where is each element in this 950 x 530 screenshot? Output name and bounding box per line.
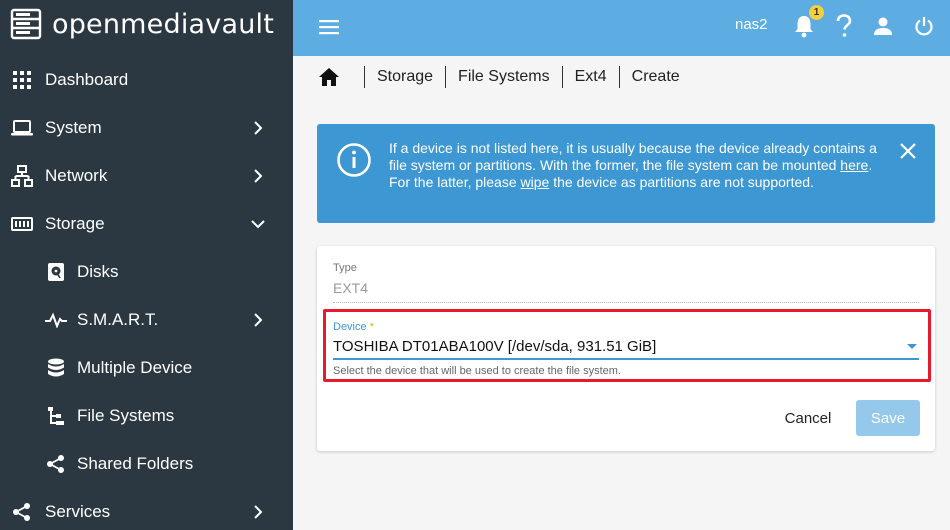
sidebar-item-smart[interactable]: S.M.A.R.T.	[0, 296, 293, 344]
sidebar-item-label: Shared Folders	[77, 454, 194, 473]
sidebar-item-system[interactable]: System	[0, 104, 293, 152]
chevron-down-icon	[251, 220, 265, 229]
top-bar: nas2 1	[293, 0, 950, 56]
device-field-label: Device *	[333, 321, 374, 333]
server-logo-icon	[10, 8, 42, 40]
required-asterisk: *	[369, 321, 374, 333]
type-field-label: Type	[333, 262, 357, 274]
breadcrumb-separator	[445, 66, 447, 88]
create-filesystem-form: Type EXT4 Device * TOSHIBA DT01ABA100V […	[317, 246, 935, 451]
sidebar-item-label: Multiple Device	[77, 358, 193, 377]
file-tree-icon	[45, 405, 67, 427]
sidebar-item-shared-folders[interactable]: Shared Folders	[0, 440, 293, 488]
info-circle-icon	[337, 143, 371, 177]
sidebar-item-label: Disks	[77, 262, 119, 281]
wipe-link[interactable]: wipe	[521, 174, 550, 190]
laptop-icon	[11, 117, 33, 139]
cancel-button[interactable]: Cancel	[773, 400, 843, 436]
disk-icon	[45, 261, 67, 283]
alert-text-part: If a device is not listed here, it is us…	[389, 140, 877, 174]
dashboard-grid-icon	[11, 69, 33, 91]
chevron-right-icon	[254, 505, 263, 519]
help-icon[interactable]	[831, 13, 857, 39]
power-icon[interactable]	[911, 13, 937, 39]
pulse-icon	[45, 309, 67, 331]
sidebar-item-label: Storage	[45, 214, 105, 233]
chevron-right-icon	[254, 121, 263, 135]
device-label-text: Device	[333, 321, 367, 333]
type-field-value: EXT4	[333, 280, 369, 296]
sidebar-item-disks[interactable]: Disks	[0, 248, 293, 296]
breadcrumb-separator	[364, 66, 365, 88]
database-icon	[45, 357, 67, 379]
breadcrumb-separator	[561, 66, 563, 88]
hamburger-menu-icon[interactable]	[318, 16, 340, 38]
breadcrumb-file-systems[interactable]: File Systems	[458, 68, 550, 86]
home-icon[interactable]	[318, 66, 340, 88]
sidebar-item-storage[interactable]: Storage	[0, 200, 293, 248]
dropdown-arrow-icon	[907, 344, 917, 349]
share-icon	[45, 453, 67, 475]
alert-text-part: the device as partitions are not support…	[549, 174, 814, 191]
sidebar-item-label: S.M.A.R.T.	[77, 310, 159, 329]
sidebar-item-multiple-device[interactable]: Multiple Device	[0, 344, 293, 392]
sidebar-item-file-systems[interactable]: File Systems	[0, 392, 293, 440]
info-alert: If a device is not listed here, it is us…	[317, 124, 935, 223]
device-field-hint: Select the device that will be used to c…	[333, 365, 621, 377]
sidebar-item-label: File Systems	[77, 406, 175, 425]
alert-message: If a device is not listed here, it is us…	[389, 140, 889, 192]
sidebar-item-label: Services	[45, 502, 111, 521]
storage-icon	[11, 213, 33, 235]
share-icon	[11, 501, 33, 523]
breadcrumb-storage[interactable]: Storage	[377, 68, 433, 86]
sidebar-item-dashboard[interactable]: Dashboard	[0, 56, 293, 104]
sidebar-item-network[interactable]: Network	[0, 152, 293, 200]
chevron-right-icon	[254, 313, 263, 327]
brand-name: openmediavault	[52, 8, 275, 40]
device-select-value: TOSHIBA DT01ABA100V [/dev/sda, 931.51 Gi…	[333, 338, 657, 355]
sidebar-item-label: Network	[45, 166, 108, 185]
breadcrumb-separator	[618, 66, 620, 88]
mount-here-link[interactable]: here	[840, 157, 868, 173]
device-select[interactable]: TOSHIBA DT01ABA100V [/dev/sda, 931.51 Gi…	[333, 336, 919, 360]
close-icon[interactable]	[899, 142, 917, 160]
breadcrumb: Storage File Systems Ext4 Create	[318, 62, 680, 92]
sidebar-item-label: Dashboard	[45, 70, 129, 89]
breadcrumb-ext4[interactable]: Ext4	[575, 68, 607, 86]
chevron-right-icon	[254, 169, 263, 183]
hostname: nas2	[735, 16, 768, 33]
sidebar-item-services[interactable]: Services	[0, 488, 293, 530]
user-account-icon[interactable]	[870, 13, 896, 39]
brand[interactable]: openmediavault	[0, 0, 293, 48]
type-field-underline	[333, 302, 919, 303]
notification-count-badge: 1	[809, 5, 824, 20]
network-icon	[11, 165, 33, 187]
breadcrumb-create: Create	[631, 68, 680, 85]
sidebar-item-label: System	[45, 118, 102, 137]
save-button[interactable]: Save	[856, 400, 920, 436]
sidebar: openmediavault Dashboard System Network	[0, 0, 293, 530]
